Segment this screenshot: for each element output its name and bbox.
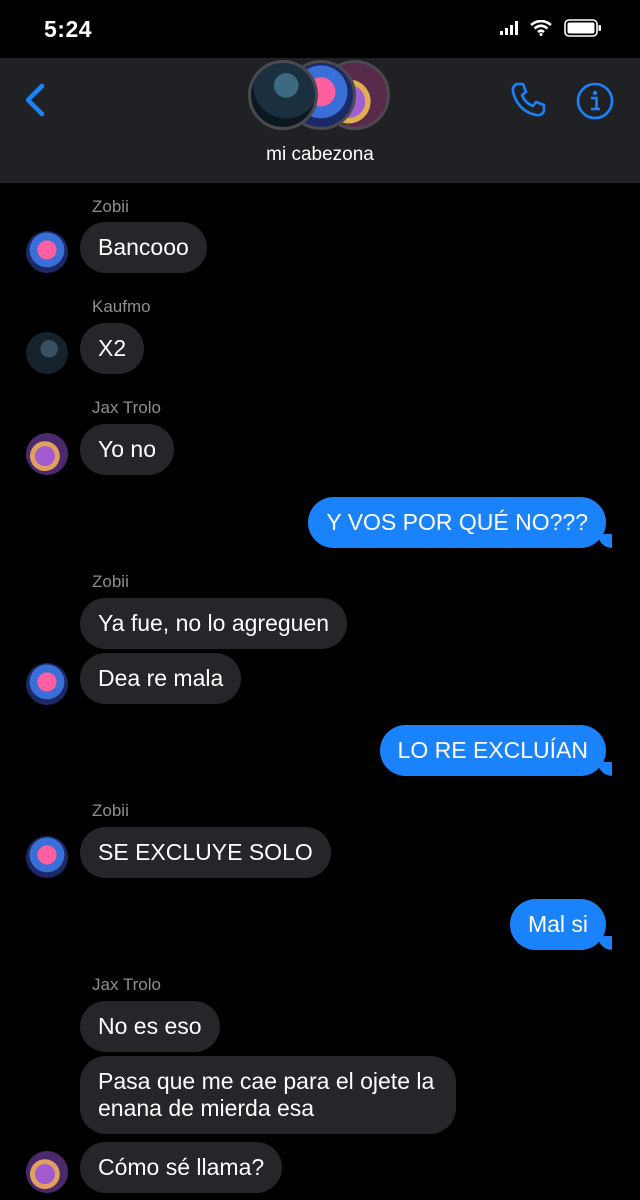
- message-bubble[interactable]: No es eso: [80, 1001, 220, 1052]
- sent-message-bubble[interactable]: Y VOS POR QUÉ NO???: [308, 497, 606, 548]
- message-bubble[interactable]: Pasa que me cae para el ojete la enana d…: [80, 1056, 456, 1134]
- back-chevron-icon[interactable]: [22, 80, 52, 120]
- group-avatar-kaufmo: [248, 60, 318, 130]
- sender-name: Zobii: [92, 572, 129, 591]
- sent-message-bubble[interactable]: LO RE EXCLUÍAN: [379, 725, 606, 776]
- signal-icon: [500, 21, 518, 35]
- message-bubble[interactable]: X2: [80, 323, 145, 374]
- message-bubble[interactable]: Ya fue, no lo agreguen: [80, 598, 348, 649]
- sender-name: Zobii: [92, 197, 129, 216]
- bubble-tail: [598, 534, 612, 548]
- avatar-kaufmo[interactable]: [26, 332, 68, 374]
- sender-name: Zobii: [92, 801, 129, 820]
- message-bubble[interactable]: SE EXCLUYE SOLO: [80, 827, 331, 878]
- avatar-zobii[interactable]: [26, 836, 68, 878]
- message-bubble[interactable]: Yo no: [80, 424, 174, 475]
- message-bubble[interactable]: Dea re mala: [80, 653, 242, 704]
- info-icon[interactable]: [576, 82, 614, 120]
- group-name[interactable]: mi cabezona: [0, 144, 640, 166]
- avatar-zobii[interactable]: [26, 663, 68, 705]
- group-avatar-stack[interactable]: [248, 60, 390, 134]
- status-bar: 5:24: [0, 0, 640, 58]
- avatar-jax[interactable]: [26, 433, 68, 475]
- bubble-tail: [598, 762, 612, 776]
- wifi-icon: [530, 20, 552, 36]
- sender-name: Jax Trolo: [92, 398, 161, 417]
- message-bubble[interactable]: Cómo sé llama?: [80, 1142, 283, 1193]
- sender-name: Jax Trolo: [92, 975, 161, 994]
- sender-name: Kaufmo: [92, 297, 151, 316]
- battery-icon: [564, 19, 601, 37]
- phone-icon[interactable]: [508, 80, 548, 120]
- status-time: 5:24: [44, 16, 93, 42]
- message-bubble[interactable]: Bancooo: [80, 222, 207, 273]
- bubble-tail: [598, 936, 612, 950]
- avatar-jax[interactable]: [26, 1151, 68, 1193]
- status-icons: [500, 19, 602, 37]
- avatar-zobii[interactable]: [26, 231, 68, 273]
- sent-message-bubble[interactable]: Mal si: [509, 899, 606, 950]
- conversation-header: mi cabezona: [0, 58, 640, 183]
